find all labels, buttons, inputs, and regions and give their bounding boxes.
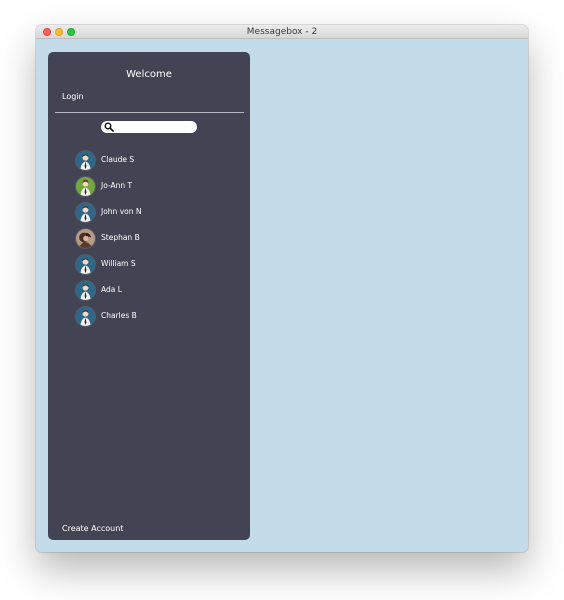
search-field[interactable] (101, 121, 197, 133)
search-icon (104, 122, 114, 132)
person-avatar-icon (76, 150, 95, 170)
sidebar-panel: Welcome Login Claude S Jo-Ann T John von… (48, 52, 250, 540)
search-input[interactable] (115, 121, 193, 133)
sidebar-divider (55, 112, 244, 113)
contact-item-john-von-n[interactable]: John von N (76, 199, 236, 225)
contact-item-william-s[interactable]: William S (76, 251, 236, 277)
photo-avatar-icon (76, 228, 95, 248)
window-titlebar: Messagebox - 2 (36, 25, 528, 39)
person-avatar-icon (76, 202, 95, 222)
person-avatar-icon (76, 280, 95, 300)
contact-name: William S (101, 259, 136, 268)
person-avatar-icon (76, 306, 95, 326)
create-account-link[interactable]: Create Account (62, 524, 123, 534)
contact-item-ada-l[interactable]: Ada L (76, 277, 236, 303)
contact-name: John von N (101, 207, 142, 216)
messagebox-window: Messagebox - 2 Welcome Login Claude S Jo… (36, 25, 528, 552)
contact-name: Ada L (101, 285, 122, 294)
login-link[interactable]: Login (62, 92, 84, 102)
window-title: Messagebox - 2 (246, 27, 318, 37)
welcome-heading: Welcome (126, 69, 172, 80)
person-avatar-icon (76, 254, 95, 274)
contact-name: Claude S (101, 155, 135, 164)
contact-item-stephan-b[interactable]: Stephan B (76, 225, 236, 251)
contact-name: Stephan B (101, 233, 140, 242)
contact-item-jo-ann-t[interactable]: Jo-Ann T (76, 173, 236, 199)
contact-name: Jo-Ann T (101, 181, 133, 190)
contact-name: Charles B (101, 311, 137, 320)
contact-item-claude-s[interactable]: Claude S (76, 147, 236, 173)
contact-item-charles-b[interactable]: Charles B (76, 303, 236, 329)
green-person-avatar-icon (76, 176, 95, 196)
contact-list: Claude S Jo-Ann T John von N Stephan B W… (76, 147, 236, 329)
